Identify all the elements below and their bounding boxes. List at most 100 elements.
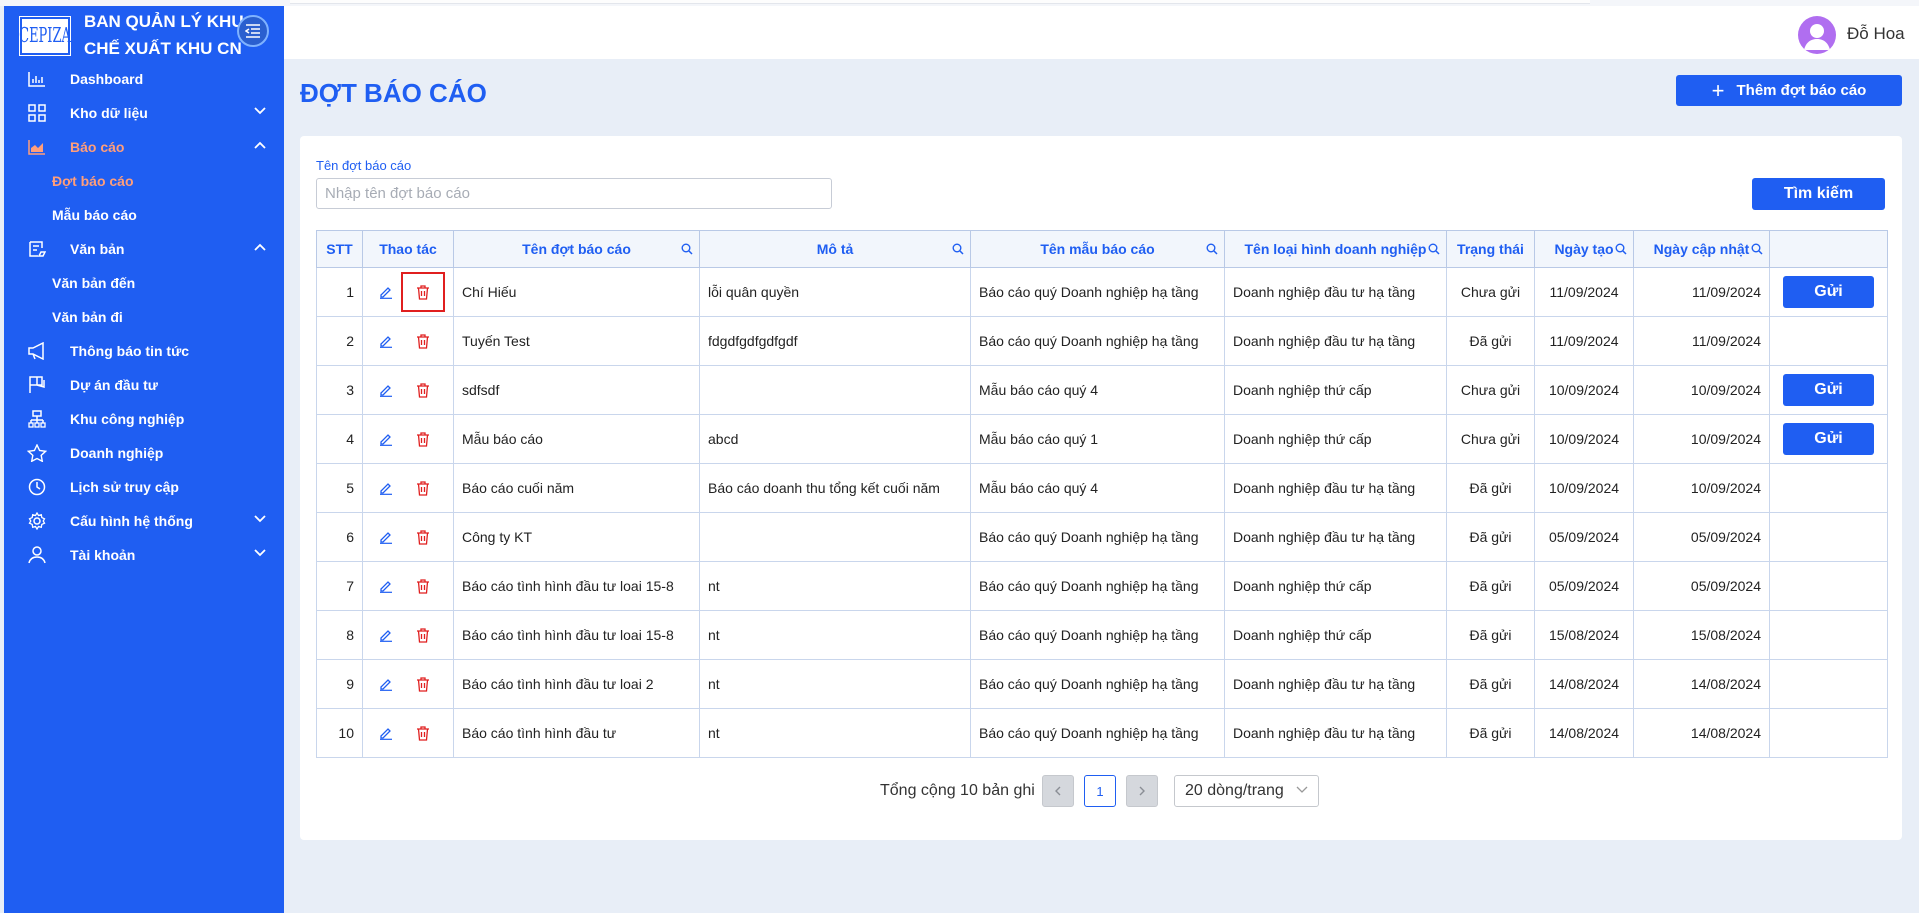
delete-button[interactable] xyxy=(401,664,445,704)
sidebar-collapse-button[interactable] xyxy=(237,15,269,47)
cell-send: Gửi xyxy=(1769,414,1888,464)
edit-button[interactable] xyxy=(371,522,401,552)
page-size-select[interactable]: 20 dòng/trang xyxy=(1174,775,1319,807)
cell-template: Báo cáo quý Doanh nghiệp hạ tầng xyxy=(970,708,1225,758)
sidebar-item-tai-khoan[interactable]: Tài khoản xyxy=(4,538,284,572)
document-icon xyxy=(26,239,48,259)
edit-button[interactable] xyxy=(371,620,401,650)
prev-page-button[interactable] xyxy=(1042,775,1074,807)
edit-icon xyxy=(380,532,392,544)
cell-template: Mẫu báo cáo quý 4 xyxy=(970,463,1225,513)
cell-updated: 10/09/2024 xyxy=(1633,365,1770,415)
cell-type: Doanh nghiệp thứ cấp xyxy=(1224,414,1447,464)
cell-desc: nt xyxy=(699,708,971,758)
brand-logo[interactable]: CEPIZA xyxy=(19,16,71,56)
chevron-down-icon xyxy=(254,549,266,557)
sidebar-item-van-ban[interactable]: Văn bản xyxy=(4,232,284,266)
sidebar-subitem-dot-bao-cao[interactable]: Đợt báo cáo xyxy=(4,164,284,198)
sidebar-item-doanh-nghiep[interactable]: Doanh nghiệp xyxy=(4,436,284,470)
col-mo-ta[interactable]: Mô tả xyxy=(699,230,971,268)
sidebar-subitem-mau-bao-cao[interactable]: Mẫu báo cáo xyxy=(4,198,284,232)
user-avatar-icon xyxy=(1804,24,1830,50)
edit-button[interactable] xyxy=(371,277,401,307)
cell-updated: 10/09/2024 xyxy=(1633,414,1770,464)
cell-stt: 1 xyxy=(316,267,363,317)
next-page-button[interactable] xyxy=(1126,775,1158,807)
search-icon xyxy=(1428,243,1440,255)
delete-button[interactable] xyxy=(401,272,445,312)
trash-icon xyxy=(417,529,429,545)
sidebar-item-bao-cao[interactable]: Báo cáo xyxy=(4,130,284,164)
col-ngay-cap-nhat[interactable]: Ngày cập nhật xyxy=(1633,230,1770,268)
sidebar: CEPIZA BAN QUẢN LÝ KHU CHẾ XUẤT KHU CN D… xyxy=(4,6,284,913)
cell-created: 05/09/2024 xyxy=(1534,512,1634,562)
trash-icon xyxy=(417,578,429,594)
delete-button[interactable] xyxy=(401,419,445,459)
delete-button[interactable] xyxy=(401,370,445,410)
edit-button[interactable] xyxy=(371,718,401,748)
send-button[interactable]: Gửi xyxy=(1783,374,1874,406)
delete-button[interactable] xyxy=(401,468,445,508)
trash-icon xyxy=(417,725,429,741)
sidebar-item-thong-bao[interactable]: Thông báo tin tức xyxy=(4,334,284,368)
delete-button[interactable] xyxy=(401,615,445,655)
cell-send xyxy=(1769,512,1888,562)
table-row: 2 Tuyến Test fdgdfgdfgdfgdf Báo cáo quý Doa… xyxy=(316,316,1888,366)
cell-name: Tuyến Test xyxy=(453,316,700,366)
sidebar-subitem-van-ban-den[interactable]: Văn bản đến xyxy=(4,266,284,300)
edit-button[interactable] xyxy=(371,571,401,601)
page-title: ĐỢT BÁO CÁO xyxy=(300,78,487,108)
sidebar-item-lich-su[interactable]: Lịch sử truy cập xyxy=(4,470,284,504)
report-batch-table: STT Thao tác Tên đợt báo cáo Mô tả Tên m… xyxy=(316,230,1888,758)
cell-name: Báo cáo tình hình đầu tư loai 15-8 xyxy=(453,610,700,660)
table-row: 3 sdfsdf Mẫu báo cáo quý 4 Doanh nghiệp thứ… xyxy=(316,365,1888,415)
send-button[interactable]: Gửi xyxy=(1783,276,1874,308)
delete-button[interactable] xyxy=(401,517,445,557)
col-thao-tac: Thao tác xyxy=(362,230,454,268)
cell-desc: nt xyxy=(699,610,971,660)
delete-button[interactable] xyxy=(401,321,445,361)
delete-button[interactable] xyxy=(401,566,445,606)
search-input[interactable] xyxy=(316,178,832,209)
sidebar-item-khu-cong-nghiep[interactable]: Khu công nghiệp xyxy=(4,402,284,436)
status-badge: Đã gửi xyxy=(1446,463,1535,513)
col-ten-dot[interactable]: Tên đợt báo cáo xyxy=(453,230,700,268)
megaphone-icon xyxy=(26,341,48,361)
edit-button[interactable] xyxy=(371,424,401,454)
cell-type: Doanh nghiệp đầu tư hạ tầng xyxy=(1224,463,1447,513)
cell-created: 10/09/2024 xyxy=(1534,463,1634,513)
search-icon xyxy=(1615,243,1627,255)
col-loai-hinh[interactable]: Tên loại hình doanh nghiệp xyxy=(1224,230,1447,268)
avatar[interactable] xyxy=(1798,16,1836,54)
sidebar-item-kho-du-lieu[interactable]: Kho dữ liệu xyxy=(4,96,284,130)
cell-stt: 5 xyxy=(316,463,363,513)
sidebar-item-dashboard[interactable]: Dashboard xyxy=(4,62,284,96)
user-name[interactable]: Đỗ Hoa xyxy=(1847,24,1905,44)
cell-desc xyxy=(699,512,971,562)
col-ten-mau[interactable]: Tên mẫu báo cáo xyxy=(970,230,1225,268)
chevron-down-icon xyxy=(254,515,266,523)
star-icon xyxy=(26,443,48,463)
cell-template: Mẫu báo cáo quý 4 xyxy=(970,365,1225,415)
cell-updated: 10/09/2024 xyxy=(1633,463,1770,513)
edit-button[interactable] xyxy=(371,375,401,405)
add-report-batch-button[interactable]: + Thêm đợt báo cáo xyxy=(1676,75,1902,106)
chevron-down-icon xyxy=(1296,786,1308,793)
chevron-right-icon xyxy=(1139,786,1145,796)
cell-actions xyxy=(362,267,454,317)
search-button[interactable]: Tìm kiếm xyxy=(1752,178,1885,210)
page-button-1[interactable]: 1 xyxy=(1084,775,1116,807)
sidebar-item-du-an[interactable]: Dự án đầu tư xyxy=(4,368,284,402)
edit-button[interactable] xyxy=(371,473,401,503)
cell-stt: 9 xyxy=(316,659,363,709)
sidebar-subitem-van-ban-di[interactable]: Văn bản đi xyxy=(4,300,284,334)
delete-button[interactable] xyxy=(401,713,445,753)
col-ngay-tao[interactable]: Ngày tạo xyxy=(1534,230,1634,268)
sidebar-nav: Dashboard Kho dữ liệu Báo cáo Đợt báo cá… xyxy=(4,62,284,572)
sidebar-item-cau-hinh[interactable]: Cấu hình hệ thống xyxy=(4,504,284,538)
cell-name: Mẫu báo cáo xyxy=(453,414,700,464)
edit-button[interactable] xyxy=(371,669,401,699)
cell-created: 11/09/2024 xyxy=(1534,267,1634,317)
send-button[interactable]: Gửi xyxy=(1783,423,1874,455)
edit-button[interactable] xyxy=(371,326,401,356)
